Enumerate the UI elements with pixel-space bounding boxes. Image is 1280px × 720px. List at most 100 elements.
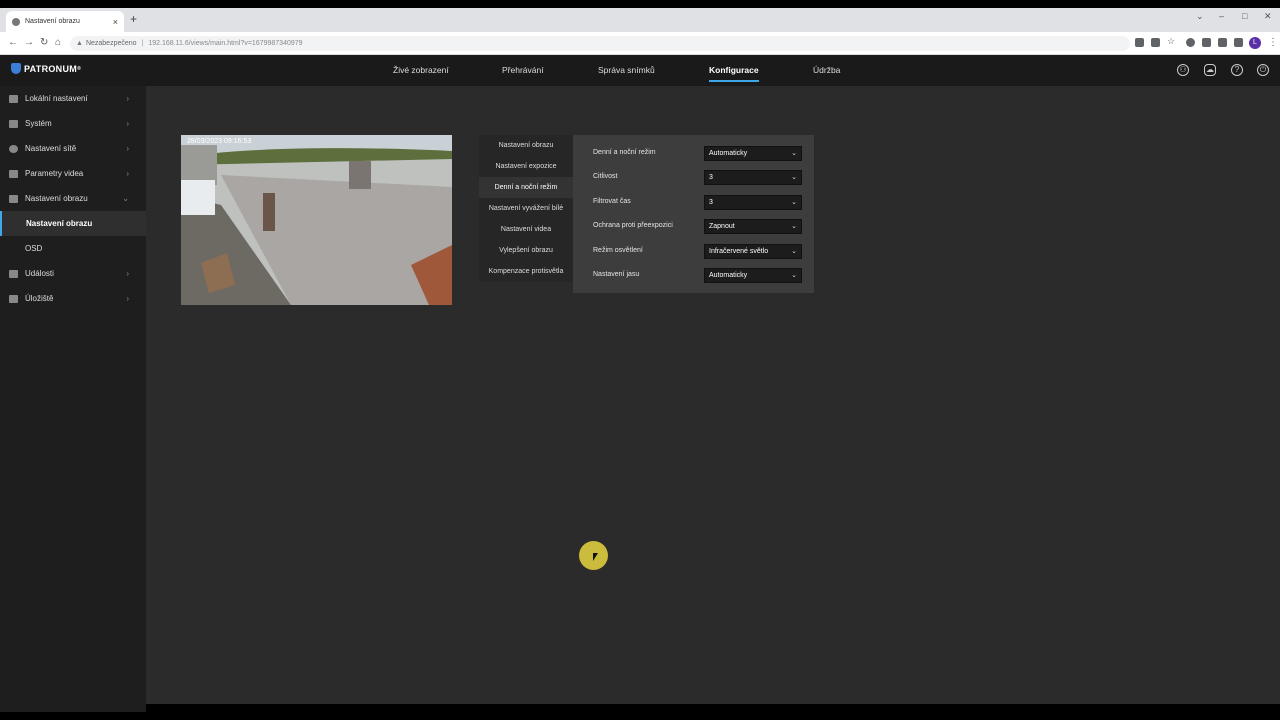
field-filter-time: Filtrovat čas 3 ⌄ (593, 195, 803, 211)
new-tab-icon[interactable]: + (130, 12, 137, 26)
back-icon[interactable]: ← (8, 37, 18, 48)
chevron-down-icon: ⌄ (791, 150, 797, 157)
sidepanel-icon[interactable] (1234, 38, 1243, 47)
sidebar-item-image-settings[interactable]: Nastavení obrazu ⌄ (0, 186, 146, 211)
tab-search-icon[interactable]: ⌄ (1196, 11, 1204, 22)
subnav-backlight[interactable]: Kompenzace protisvětla (479, 261, 573, 282)
chevron-right-icon: › (126, 269, 129, 278)
bookmark-star-icon[interactable]: ☆ (1167, 36, 1176, 46)
chevron-right-icon: › (126, 169, 129, 178)
logo: PATRONUM ® (11, 63, 81, 74)
sidebar-subitem-image-settings[interactable]: Nastavení obrazu (0, 211, 146, 236)
day-night-mode-select[interactable]: Automaticky ⌄ (704, 146, 802, 161)
logo-text: PATRONUM (24, 63, 78, 74)
field-sensitivity: Citlivost 3 ⌄ (593, 170, 803, 186)
chevron-right-icon: › (126, 294, 129, 303)
camera-preview: 28/03/2023 09:16:53 (181, 135, 452, 305)
preview-timestamp: 28/03/2023 09:16:53 (187, 138, 252, 145)
home-icon[interactable]: ⌂ (55, 37, 61, 48)
field-day-night-mode: Denní a noční režim Automaticky ⌄ (593, 146, 803, 162)
warning-icon: ▲ (76, 40, 83, 47)
reload-icon[interactable]: ↻ (40, 37, 48, 48)
brightness-select[interactable]: Automaticky ⌄ (704, 268, 802, 283)
subnav-exposure[interactable]: Nastavení expozice (479, 156, 573, 177)
chevron-down-icon: ⌄ (791, 174, 797, 181)
field-brightness: Nastavení jasu Automaticky ⌄ (593, 268, 803, 284)
extension-icon[interactable] (1186, 38, 1195, 47)
subnav-video[interactable]: Nastavení videa (479, 219, 573, 240)
menu-icon[interactable]: ⋮ (1268, 37, 1278, 48)
subnav-image-settings[interactable]: Nastavení obrazu (479, 135, 573, 156)
nav-maintenance[interactable]: Údržba (813, 55, 840, 86)
security-label: Nezabezpečeno (85, 40, 137, 47)
help-icon[interactable]: ? (1231, 64, 1243, 76)
chevron-down-icon: ⌄ (791, 199, 797, 206)
address-bar: ← → ↻ ⌂ ▲ Nezabezpečeno | 192.168.11.6/v… (0, 32, 1280, 55)
chevron-down-icon: ⌄ (791, 248, 797, 255)
field-label: Režim osvětlení (593, 247, 643, 254)
cloud-icon[interactable]: ☁ (1204, 64, 1216, 76)
subnav-day-night[interactable]: Denní a noční režim (479, 177, 573, 198)
select-value: Zapnout (709, 223, 735, 230)
storage-icon (9, 294, 18, 303)
profile-avatar[interactable]: L (1249, 37, 1261, 49)
sidebar-item-system[interactable]: Systém › (0, 111, 146, 136)
chevron-right-icon: › (126, 144, 129, 153)
subnav-white-balance[interactable]: Nastavení vyvážení bílé (479, 198, 573, 219)
minimize-icon[interactable]: – (1219, 11, 1224, 21)
sidebar-item-video-params[interactable]: Parametry videa › (0, 161, 146, 186)
forward-icon[interactable]: → (24, 37, 34, 48)
sidebar-subitem-osd[interactable]: OSD (0, 236, 146, 261)
events-icon (9, 269, 18, 278)
share-icon[interactable] (1151, 38, 1160, 47)
media-icon[interactable] (1218, 38, 1227, 47)
maximize-icon[interactable]: □ (1242, 11, 1247, 21)
overexposure-protection-select[interactable]: Zapnout ⌄ (704, 219, 802, 234)
chevron-down-icon: ⌄ (122, 194, 129, 203)
browser-tab[interactable]: Nastavení obrazu × (6, 11, 124, 32)
select-value: 3 (709, 174, 713, 181)
favicon-icon (12, 17, 20, 26)
url-field[interactable]: ▲ Nezabezpečeno | 192.168.11.6/views/mai… (70, 36, 1130, 51)
sidebar-item-network[interactable]: Nastavení sítě › (0, 136, 146, 161)
select-value: 3 (709, 199, 713, 206)
chevron-right-icon: › (126, 94, 129, 103)
sidebar-item-label: OSD (25, 244, 43, 253)
power-icon[interactable]: ⏻ (1257, 64, 1269, 76)
field-lighting-mode: Režim osvětlení Infračervené světlo ⌄ (593, 244, 803, 260)
puzzle-icon[interactable] (1202, 38, 1211, 47)
sidebar-item-label: Parametry videa (25, 169, 84, 178)
user-icon[interactable]: ⚇ (1177, 64, 1189, 76)
close-tab-icon[interactable]: × (113, 17, 118, 27)
sidebar-item-events[interactable]: Události › (0, 261, 146, 286)
day-night-settings-panel: Denní a noční režim Automaticky ⌄ Citliv… (573, 135, 814, 293)
close-window-icon[interactable]: ✕ (1264, 11, 1272, 22)
url-text: 192.168.11.6/views/main.html?v=167998734… (148, 40, 303, 47)
chevron-right-icon: › (126, 119, 129, 128)
filter-time-select[interactable]: 3 ⌄ (704, 195, 802, 210)
field-label: Citlivost (593, 173, 618, 180)
image-icon (9, 194, 18, 203)
nav-live-view[interactable]: Živé zobrazení (393, 55, 449, 86)
globe-icon (9, 144, 18, 153)
lighting-mode-select[interactable]: Infračervené světlo ⌄ (704, 244, 802, 259)
translate-icon[interactable] (1135, 38, 1144, 47)
camera-scene-image (181, 135, 452, 305)
sensitivity-select[interactable]: 3 ⌄ (704, 170, 802, 185)
subnav-enhancement[interactable]: Vylepšení obrazu (479, 240, 573, 261)
nav-configuration[interactable]: Konfigurace (697, 55, 771, 86)
sidebar-item-label: Úložiště (25, 294, 54, 303)
mouse-pointer-icon (593, 553, 598, 561)
sidebar-item-storage[interactable]: Úložiště › (0, 286, 146, 311)
select-value: Infračervené světlo (709, 248, 769, 255)
field-label: Ochrana proti přeexpozici (593, 222, 673, 229)
system-icon (9, 119, 18, 128)
logo-shield-icon (11, 63, 21, 74)
field-label: Filtrovat čas (593, 198, 631, 205)
nav-playback[interactable]: Přehrávání (502, 55, 544, 86)
nav-snapshots[interactable]: Správa snímků (598, 55, 655, 86)
sidebar-item-label: Události (25, 269, 54, 278)
sidebar-item-local-settings[interactable]: Lokální nastavení › (0, 86, 146, 111)
select-value: Automaticky (709, 272, 748, 279)
field-label: Nastavení jasu (593, 271, 640, 278)
